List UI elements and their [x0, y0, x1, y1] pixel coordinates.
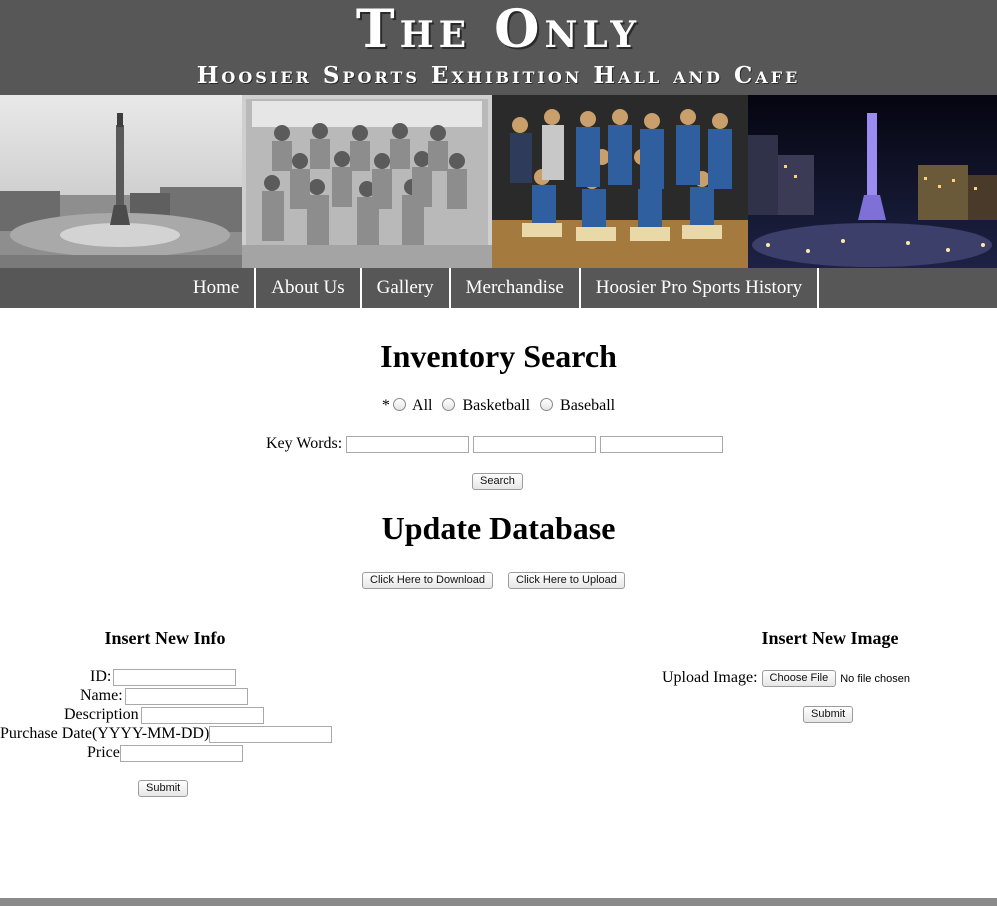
purchase-date-row: Purchase Date(YYYY-MM-DD) — [0, 724, 333, 743]
description-row: Description — [64, 705, 264, 724]
radio-all[interactable] — [392, 398, 406, 411]
price-row: Price — [87, 743, 243, 762]
site-banner: The Only Hoosier Sports Exhibition Hall … — [0, 0, 997, 95]
main-nav: Home About Us Gallery Merchandise Hoosie… — [0, 268, 997, 308]
id-input[interactable] — [113, 668, 237, 686]
price-label: Price — [87, 744, 120, 761]
photo-vintage-baseball-team — [242, 95, 492, 268]
keywords-label: Key Words: — [266, 435, 343, 452]
choose-file-button[interactable]: Choose File — [761, 669, 837, 687]
upload-button[interactable]: Click Here to Upload — [508, 572, 625, 589]
insert-info-submit-button[interactable]: Submit — [138, 780, 189, 797]
radio-basketball[interactable] — [442, 398, 456, 411]
required-mark: * — [381, 397, 390, 414]
description-input[interactable] — [140, 706, 264, 724]
name-input[interactable] — [124, 687, 248, 705]
id-label: ID: — [90, 668, 112, 685]
search-button[interactable]: Search — [472, 473, 523, 490]
nav-home[interactable]: Home — [178, 268, 254, 308]
keyword-input-3[interactable] — [600, 435, 724, 453]
photo-monument-night — [748, 95, 997, 268]
nav-hoosier-pro-sports-history[interactable]: Hoosier Pro Sports History — [578, 268, 820, 308]
category-radio-group: * All Basketball Baseball — [0, 397, 997, 415]
price-input[interactable] — [119, 744, 243, 762]
keyword-input-2[interactable] — [473, 435, 597, 453]
purchase-date-input[interactable] — [209, 725, 333, 743]
update-database-heading: Update Database — [381, 510, 616, 546]
inventory-search-heading: Inventory Search — [380, 338, 617, 374]
insert-image-submit-button[interactable]: Submit — [803, 706, 854, 723]
site-subtitle: Hoosier Sports Exhibition Hall and Cafe — [196, 62, 801, 89]
footer-bar — [0, 898, 997, 906]
insert-image-heading: Insert New Image — [761, 628, 899, 648]
file-status-text: No file chosen — [840, 673, 910, 685]
radio-all-label: All — [412, 397, 433, 414]
photo-basketball-team-1970s — [492, 95, 748, 268]
site-title: The Only — [355, 0, 642, 60]
radio-baseball-label: Baseball — [560, 397, 616, 414]
name-row: Name: — [80, 686, 248, 705]
photo-monument-circle-historic — [0, 95, 242, 268]
keyword-input-1[interactable] — [346, 435, 470, 453]
description-label: Description — [64, 706, 139, 723]
radio-basketball-label: Basketball — [462, 397, 531, 414]
nav-about-us[interactable]: About Us — [254, 268, 359, 308]
id-row: ID: — [90, 667, 237, 686]
upload-image-label: Upload Image: — [662, 669, 758, 686]
purchase-date-label: Purchase Date(YYYY-MM-DD) — [0, 725, 210, 742]
nav-merchandise[interactable]: Merchandise — [448, 268, 579, 308]
photo-strip — [0, 95, 997, 268]
nav-gallery[interactable]: Gallery — [359, 268, 449, 308]
name-label: Name: — [80, 687, 123, 704]
insert-info-heading: Insert New Info — [104, 628, 226, 648]
keywords-row: Key Words: — [266, 434, 724, 453]
download-button[interactable]: Click Here to Download — [362, 572, 493, 589]
upload-image-row: Upload Image: Choose File No file chosen — [662, 668, 910, 689]
radio-baseball[interactable] — [540, 398, 554, 411]
